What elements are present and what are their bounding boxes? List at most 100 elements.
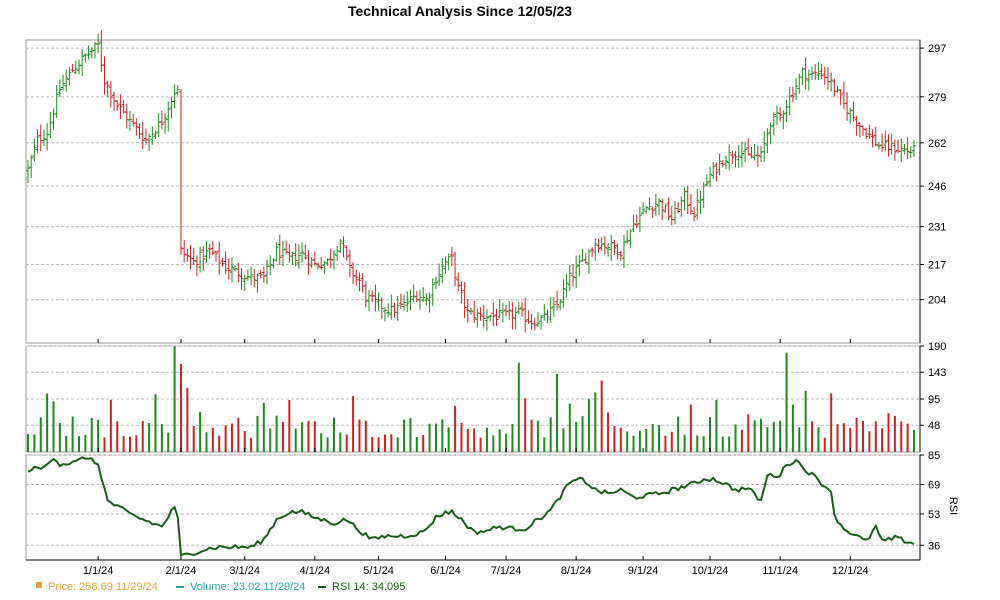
volume-bar [52,401,55,452]
volume-bar [524,398,527,452]
volume-bar [90,417,93,452]
volume-bar [256,415,259,452]
volume-bar [447,427,450,452]
volume-bar [352,396,355,452]
volume-bar [664,435,667,452]
volume-bar [192,426,195,452]
volume-bar [498,429,501,452]
volume-bar [466,428,469,452]
rsi-axis-label: RSI [947,497,959,515]
price-tick-label: 231 [928,222,946,234]
volume-bar [237,417,240,452]
volume-bar [383,434,386,452]
volume-bar [71,416,74,452]
volume-bar [358,419,361,452]
volume-bar [186,387,189,452]
volume-bar [638,430,641,452]
volume-bar [148,423,151,452]
price-legend-swatch [36,582,42,588]
rsi-tick-label: 85 [928,450,940,462]
rsi-tick-label: 69 [928,479,940,491]
volume-bar [262,402,265,452]
volume-bar [740,429,743,452]
volume-bar [269,428,272,452]
x-tick-label: 10/1/24 [692,565,729,577]
x-tick-label: 8/1/24 [561,565,592,577]
volume-bar [460,422,463,452]
volume-bar [116,421,119,452]
price-tick-label: 262 [928,138,946,150]
x-tick-label: 9/1/24 [628,565,659,577]
volume-bar [281,421,284,452]
rsi-panel: 85 69 53 36 [25,450,940,561]
rsi-tick-label: 36 [928,540,940,552]
volume-bar [135,435,138,452]
volume-bar [511,423,514,452]
volume-bar [549,417,552,452]
x-tick-label: 3/1/24 [229,565,260,577]
volume-bar [313,421,316,452]
volume-bar [167,432,170,452]
volume-bar [434,423,437,452]
volume-bar [791,404,794,452]
volume-bar [632,435,635,452]
volume-bar [619,427,622,452]
technical-analysis-chart: Technical Analysis Since 12/05/23 297 279… [25,3,959,593]
x-tick-label: 6/1/24 [430,565,461,577]
volume-bar [473,428,476,452]
rsi-frame [25,454,921,561]
volume-bar [301,422,304,452]
volume-bar [760,418,763,452]
volume-bar [428,423,431,452]
volume-bar [27,434,29,452]
volume-bar [103,437,106,452]
volume-bar [294,428,297,452]
volume-bar [906,423,909,452]
volume-bar [250,437,253,452]
chart-title: Technical Analysis Since 12/05/23 [348,3,572,19]
volume-bar [492,435,495,452]
volume-bar [779,420,782,452]
volume-bar [536,420,539,452]
volume-bar [179,363,182,452]
x-tick-label: 12/1/24 [832,565,869,577]
volume-bar [422,434,425,452]
volume-bar [517,362,520,452]
legend: Price: 258.69 11/29/24 Volume: 23.02 11/… [36,581,405,593]
volume-bar [109,399,112,452]
volume-bar [747,414,750,452]
volume-bar [670,431,673,452]
volume-bar [479,437,482,452]
volume-bar [868,431,871,452]
volume-bar [689,404,692,452]
x-tick-label: 1/1/24 [83,565,114,577]
rsi-tick-label: 53 [928,509,940,521]
volume-bar [33,434,36,452]
rsi-legend: RSI 14: 34.095 [332,581,405,593]
volume-bar [683,434,686,452]
volume-bar [556,373,559,452]
volume-bar [804,390,807,452]
volume-bar [339,432,342,452]
volume-bar [881,428,884,452]
volume-bar [160,424,163,452]
volume-bar [441,419,444,452]
volume-bar [173,346,176,452]
price-panel: 297 279 262 246 231 217 204 [25,30,946,344]
volume-bar [122,436,125,452]
volume-bar [696,435,699,452]
volume-legend: Volume: 23.02 11/29/24 [190,581,305,593]
volume-bar [600,380,603,452]
price-tick-label: 279 [928,92,946,104]
volume-panel: 190 143 95 48 [25,341,946,453]
volume-bar [332,417,335,452]
volume-bar [811,421,814,452]
volume-bar [855,417,858,452]
volume-bar [141,420,144,452]
price-frame [25,39,921,344]
volume-bar [454,406,457,452]
volume-bar [205,432,208,452]
volume-bar [77,436,80,452]
volume-tick-label: 190 [928,341,946,353]
volume-bar [785,352,788,452]
